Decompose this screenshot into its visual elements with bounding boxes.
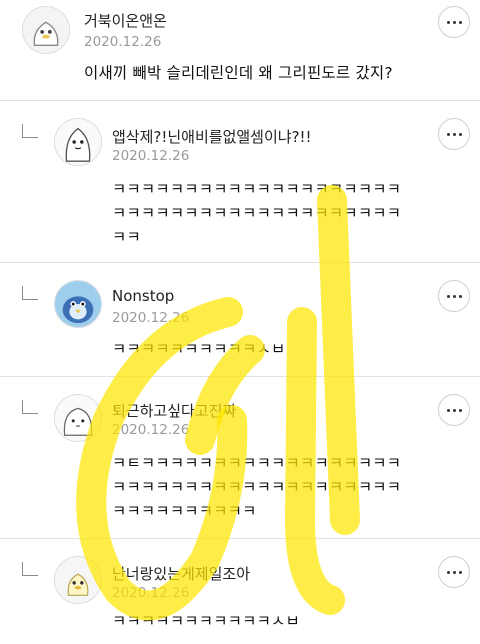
more-options-icon — [452, 570, 456, 574]
comment-text-line: ㅋㅋㅋㅋㅋㅋㅋㅋㅋㅋ — [112, 502, 257, 520]
comment-date: 2020.12.26 — [84, 34, 162, 50]
comment-date: 2020.12.26 — [112, 422, 190, 438]
reply-arrow-icon — [22, 286, 38, 300]
more-options-icon — [446, 408, 450, 412]
comment-text: ㅋㅋㅋㅋㅋㅋㅋㅋㅋㅋㅋㅅㅂ — [112, 612, 300, 630]
divider — [0, 376, 480, 377]
comment-date: 2020.12.26 — [112, 585, 190, 601]
reply-arrow-icon — [22, 562, 38, 576]
more-options-icon — [446, 294, 450, 298]
profile-avatar-icon[interactable] — [22, 6, 70, 54]
more-options-icon — [446, 132, 450, 136]
more-options-icon — [452, 20, 456, 24]
comment-nickname[interactable]: 앱삭제?!닌애비를없앨셈이냐?!! — [112, 126, 312, 147]
comment-nickname[interactable]: Nonstop — [112, 287, 174, 305]
comment-date: 2020.12.26 — [112, 148, 190, 164]
divider — [0, 100, 480, 101]
more-options-button[interactable] — [438, 280, 470, 312]
comment-text-line: ㅋㅋㅋㅋㅋㅋㅋㅋㅋㅋㅋㅋㅋㅋㅋㅋㅋㅋㅋㅋ — [112, 478, 402, 496]
reply-arrow-icon — [22, 400, 38, 414]
more-options-button[interactable] — [438, 6, 470, 38]
comment-text-line: ㅋㅋㅋㅋㅋㅋㅋㅋㅋㅋㅋㅋㅋㅋㅋㅋㅋㅋㅋㅋ — [112, 180, 402, 198]
comment-date: 2020.12.26 — [112, 310, 190, 326]
comment-nickname[interactable]: 난너랑있는게제일조아 — [112, 563, 250, 584]
comment-text: 이새끼 빼박 슬리데린인데 왜 그리핀도르 갔지? — [84, 64, 393, 82]
divider — [0, 538, 480, 539]
profile-avatar-icon[interactable] — [54, 394, 102, 442]
reply-arrow-icon — [22, 124, 38, 138]
more-options-icon — [458, 20, 462, 24]
comment-text-line: ㅋㅋ — [112, 228, 141, 246]
comment-text: ㅋㅋㅋㅋㅋㅋㅋㅋㅋㅋㅅㅂ — [112, 340, 286, 358]
more-options-icon — [446, 20, 450, 24]
more-options-icon — [452, 408, 456, 412]
more-options-icon — [446, 570, 450, 574]
more-options-icon — [458, 570, 462, 574]
profile-avatar-icon[interactable] — [54, 280, 102, 328]
comment-text-line: ㅋㅋㅋㅋㅋㅋㅋㅋㅋㅋㅋㅋㅋㅋㅋㅋㅋㅋㅋㅋ — [112, 204, 402, 222]
more-options-icon — [458, 294, 462, 298]
profile-avatar-icon[interactable] — [54, 118, 102, 166]
more-options-icon — [458, 132, 462, 136]
more-options-icon — [452, 294, 456, 298]
comment-nickname[interactable]: 퇴근하고싶다고진짜 — [112, 400, 236, 421]
more-options-button[interactable] — [438, 118, 470, 150]
profile-avatar-icon[interactable] — [54, 556, 102, 604]
more-options-button[interactable] — [438, 556, 470, 588]
comment-text-line: ㅋㅌㅋㅋㅋㅋㅋㅋㅋㅋㅋㅋㅋㅋㅋㅋㅋㅋㅋㅋ — [112, 454, 402, 472]
more-options-icon — [452, 132, 456, 136]
comment-nickname[interactable]: 거북이온앤온 — [84, 10, 167, 31]
more-options-icon — [458, 408, 462, 412]
more-options-button[interactable] — [438, 394, 470, 426]
divider — [0, 262, 480, 263]
